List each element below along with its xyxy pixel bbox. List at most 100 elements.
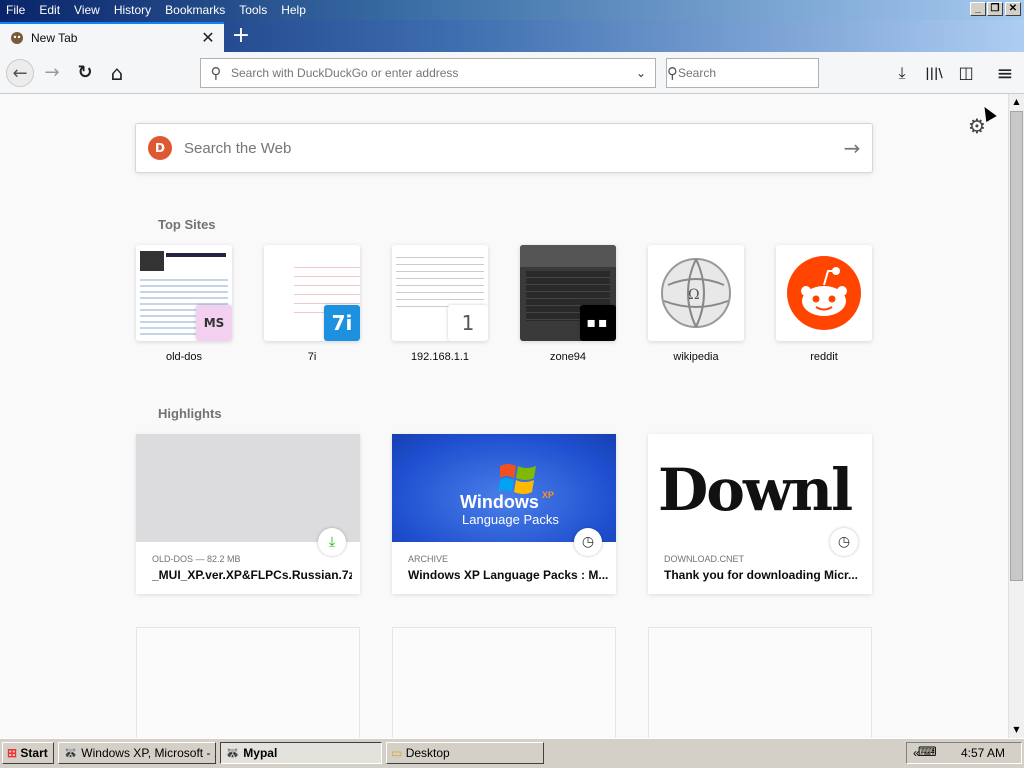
- clock-icon: ◷: [574, 528, 602, 556]
- url-bar[interactable]: ⚲ ⌄: [200, 58, 656, 88]
- svg-text:Ω: Ω: [688, 287, 700, 303]
- top-site-tile[interactable]: 1 192.168.1.1: [392, 245, 488, 363]
- empty-highlight-slot: [136, 627, 360, 738]
- library-icon[interactable]: |||\: [922, 61, 946, 85]
- highlight-image-superscript: XP: [542, 490, 555, 500]
- mypal-app-icon: 🦝: [63, 746, 78, 760]
- mypal-app-icon: 🦝: [225, 746, 240, 760]
- site-label: zone94: [549, 351, 587, 363]
- site-label: 192.168.1.1: [410, 351, 470, 363]
- new-tab-page: ⚙ D → Top Sites MS old-dos 7: [0, 94, 1008, 738]
- menu-edit[interactable]: Edit: [32, 0, 67, 20]
- site-label: old-dos: [165, 351, 203, 363]
- top-sites-heading: Top Sites: [158, 217, 216, 232]
- duckduckgo-logo-icon: D: [148, 136, 172, 160]
- wikipedia-globe-icon: Ω: [661, 258, 731, 328]
- chevron-down-icon[interactable]: ⌄: [627, 66, 655, 80]
- tab-title: New Tab: [31, 31, 78, 45]
- web-search-box[interactable]: D →: [135, 123, 873, 173]
- minimize-button[interactable]: _: [970, 2, 986, 16]
- 7i-badge-icon: 7i: [324, 305, 360, 341]
- back-button[interactable]: ←: [6, 59, 34, 87]
- site-label: 7i: [307, 351, 317, 363]
- restore-button[interactable]: ❐: [987, 2, 1003, 16]
- clock[interactable]: 4:57 AM: [961, 743, 1005, 763]
- reddit-logo-icon: [787, 256, 861, 330]
- search-icon: ⚲: [667, 64, 678, 82]
- top-site-tile[interactable]: reddit: [776, 245, 872, 363]
- web-search-input[interactable]: [184, 139, 832, 157]
- menu-bookmarks[interactable]: Bookmarks: [158, 0, 232, 20]
- site-label: reddit: [810, 351, 838, 363]
- site-thumbnail: MS: [136, 245, 232, 341]
- top-site-tile[interactable]: Ω wikipedia: [648, 245, 744, 363]
- hamburger-menu-icon[interactable]: ≡: [993, 61, 1017, 85]
- highlights-heading: Highlights: [158, 406, 222, 421]
- empty-highlight-slot: [392, 627, 616, 738]
- top-site-tile[interactable]: MS old-dos: [136, 245, 232, 363]
- taskbar: ⊞ Start 🦝 Windows XP, Microsoft - ... 🦝 …: [0, 738, 1024, 768]
- highlight-meta: DOWNLOAD.CNET: [664, 554, 745, 564]
- menu-tools[interactable]: Tools: [232, 0, 274, 20]
- highlight-image-subtext: Language Packs: [462, 512, 559, 527]
- search-input[interactable]: [678, 66, 833, 80]
- highlight-meta: OLD-DOS — 82.2 MB: [152, 554, 241, 564]
- highlight-meta: ARCHIVE: [408, 554, 449, 564]
- highlight-card[interactable]: Downl ◷ DOWNLOAD.CNET Thank you for down…: [648, 434, 872, 594]
- taskbar-item-active[interactable]: 🦝 Mypal: [220, 742, 382, 764]
- tray-expand-icon[interactable]: «: [913, 743, 920, 763]
- sidebar-icon[interactable]: ◫: [954, 61, 978, 85]
- highlight-image: [136, 434, 360, 542]
- new-tab-button[interactable]: +: [228, 24, 254, 50]
- menu-history[interactable]: History: [107, 0, 158, 20]
- search-icon: ⚲: [210, 64, 222, 82]
- top-site-tile[interactable]: 7i 7i: [264, 245, 360, 363]
- highlight-card[interactable]: ⤓ OLD-DOS — 82.2 MB _MUI_XP.ver.XP&FLPCs…: [136, 434, 360, 594]
- highlight-image-text: Downl: [658, 456, 853, 524]
- home-button[interactable]: ⌂: [103, 59, 131, 87]
- start-button[interactable]: ⊞ Start: [2, 742, 54, 764]
- site-thumbnail: [776, 245, 872, 341]
- site-label: wikipedia: [673, 351, 719, 363]
- taskbar-item[interactable]: ▭ Desktop: [386, 742, 544, 764]
- scroll-up-icon[interactable]: ▲: [1009, 94, 1024, 110]
- folder-icon: ▭: [391, 746, 403, 760]
- menu-view[interactable]: View: [67, 0, 107, 20]
- highlight-card[interactable]: Windows XP Language Packs ◷ ARCHIVE Wind…: [392, 434, 616, 594]
- highlight-title: _MUI_XP.ver.XP&FLPCs.Russian.7z: [152, 568, 352, 582]
- router-badge-icon: 1: [448, 305, 488, 341]
- scroll-thumb[interactable]: [1010, 111, 1023, 581]
- highlight-image-text: Windows: [460, 492, 539, 512]
- reload-button[interactable]: ↻: [71, 59, 99, 87]
- navigation-toolbar: ← → ↻ ⌂ ⚲ ⌄ ⚲ ⤓ |||\ ◫ ≡: [0, 52, 1024, 94]
- system-tray: « 4:57 AM: [906, 742, 1022, 764]
- tab-bar: New Tab ✕: [0, 20, 1024, 52]
- tab-new-tab[interactable]: New Tab ✕: [0, 22, 224, 52]
- highlight-title: Windows XP Language Packs : M...: [408, 568, 608, 582]
- downloads-icon[interactable]: ⤓: [890, 61, 914, 85]
- search-bar[interactable]: ⚲: [666, 58, 833, 88]
- windows-logo-icon: ⊞: [7, 746, 18, 760]
- menu-file[interactable]: File: [0, 0, 32, 20]
- arrow-right-icon[interactable]: →: [832, 136, 872, 160]
- close-window-button[interactable]: ✕: [1005, 2, 1021, 16]
- windows-flag-icon: [498, 464, 536, 494]
- mypal-favicon-icon: [9, 30, 25, 46]
- site-thumbnail: 7i: [264, 245, 360, 341]
- menu-bar: File Edit View History Bookmarks Tools H…: [0, 0, 1024, 20]
- top-site-tile[interactable]: ▪▪ zone94: [520, 245, 616, 363]
- download-icon: ⤓: [318, 528, 346, 556]
- forward-button[interactable]: →: [38, 59, 66, 87]
- zone94-badge-icon: ▪▪: [580, 305, 616, 341]
- vertical-scrollbar[interactable]: ▲ ▼: [1008, 94, 1024, 738]
- scroll-down-icon[interactable]: ▼: [1009, 722, 1024, 738]
- site-thumbnail: Ω: [648, 245, 744, 341]
- url-input[interactable]: [231, 66, 627, 80]
- menu-help[interactable]: Help: [274, 0, 313, 20]
- highlight-image: Windows XP Language Packs: [392, 434, 616, 542]
- site-thumbnail: 1: [392, 245, 488, 341]
- highlight-title: Thank you for downloading Micr...: [664, 568, 859, 582]
- msdos-badge-icon: MS: [196, 305, 232, 341]
- taskbar-item[interactable]: 🦝 Windows XP, Microsoft - ...: [58, 742, 216, 764]
- close-tab-icon[interactable]: ✕: [198, 28, 218, 48]
